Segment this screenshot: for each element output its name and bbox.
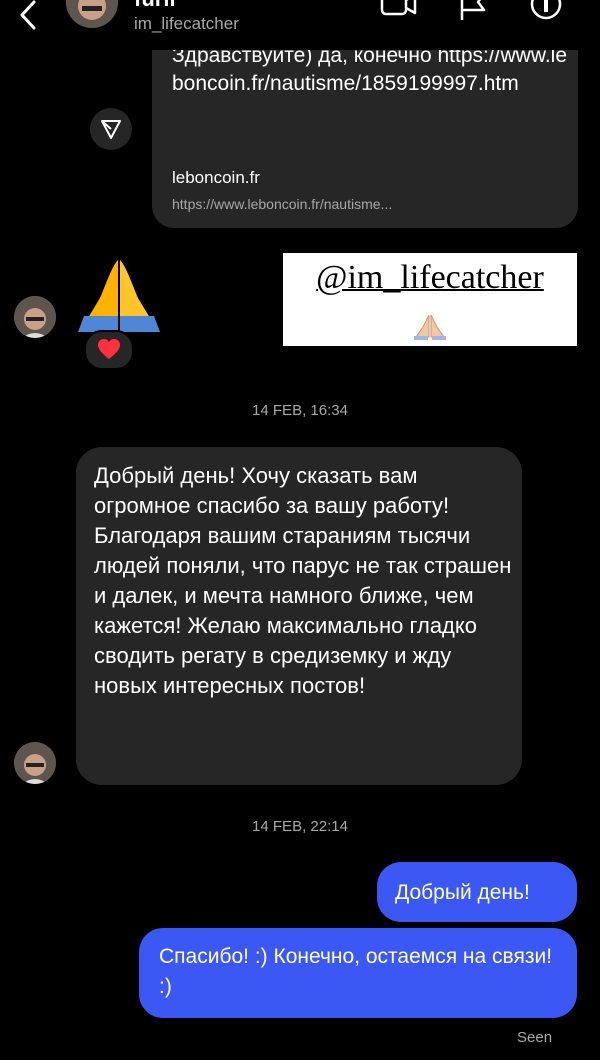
heart-reaction[interactable] xyxy=(84,330,134,370)
back-button[interactable] xyxy=(10,0,44,36)
contact-username[interactable]: im_lifecatcher xyxy=(134,14,239,34)
share-icon xyxy=(101,120,121,139)
heart-icon xyxy=(98,339,120,359)
video-call-icon xyxy=(380,0,417,16)
contact-avatar[interactable] xyxy=(14,296,56,338)
link-message-text: Здравствуйте) да, конечно https://www.le… xyxy=(172,44,568,95)
link-preview-url: https://www.leboncoin.fr/nautisme... xyxy=(172,196,393,212)
incoming-message-text: Добрый день! Хочу сказать вам огромное с… xyxy=(94,463,512,698)
timestamp: 14 FEB, 16:34 xyxy=(252,402,348,419)
outgoing-message-bubble[interactable]: Спасибо! :) Конечно, остаемся на связи! … xyxy=(139,928,577,1018)
link-preview-bubble[interactable]: Здравствуйте) да, конечно https://www.le… xyxy=(152,30,578,228)
share-button[interactable] xyxy=(90,108,132,150)
outgoing-message-bubble[interactable]: Добрый день! xyxy=(377,862,577,922)
seen-status: Seen xyxy=(517,1029,553,1046)
outgoing-message-text: Добрый день! xyxy=(395,881,530,904)
story-reply-card[interactable]: @im_lifecatcher xyxy=(283,253,577,346)
video-call-button[interactable] xyxy=(378,0,418,34)
contact-avatar[interactable] xyxy=(14,742,56,784)
header-avatar[interactable] xyxy=(66,0,118,28)
praying-hands-icon xyxy=(414,314,446,340)
praying-hands-icon xyxy=(78,260,160,332)
chat-header: furii im_lifecatcher xyxy=(0,0,600,50)
info-icon xyxy=(530,0,562,20)
timestamp: 14 FEB, 22:14 xyxy=(252,818,348,835)
back-chevron-icon xyxy=(20,0,36,30)
outgoing-message-text: Спасибо! :) Конечно, остаемся на связи! … xyxy=(159,945,553,998)
flag-icon xyxy=(460,0,486,20)
info-button[interactable] xyxy=(526,0,566,34)
link-preview-domain: leboncoin.fr xyxy=(172,168,260,187)
incoming-message-bubble[interactable]: Добрый день! Хочу сказать вам огромное с… xyxy=(76,447,522,785)
contact-name[interactable]: furii xyxy=(134,0,176,12)
story-username: @im_lifecatcher xyxy=(316,259,544,296)
report-button[interactable] xyxy=(454,0,494,34)
